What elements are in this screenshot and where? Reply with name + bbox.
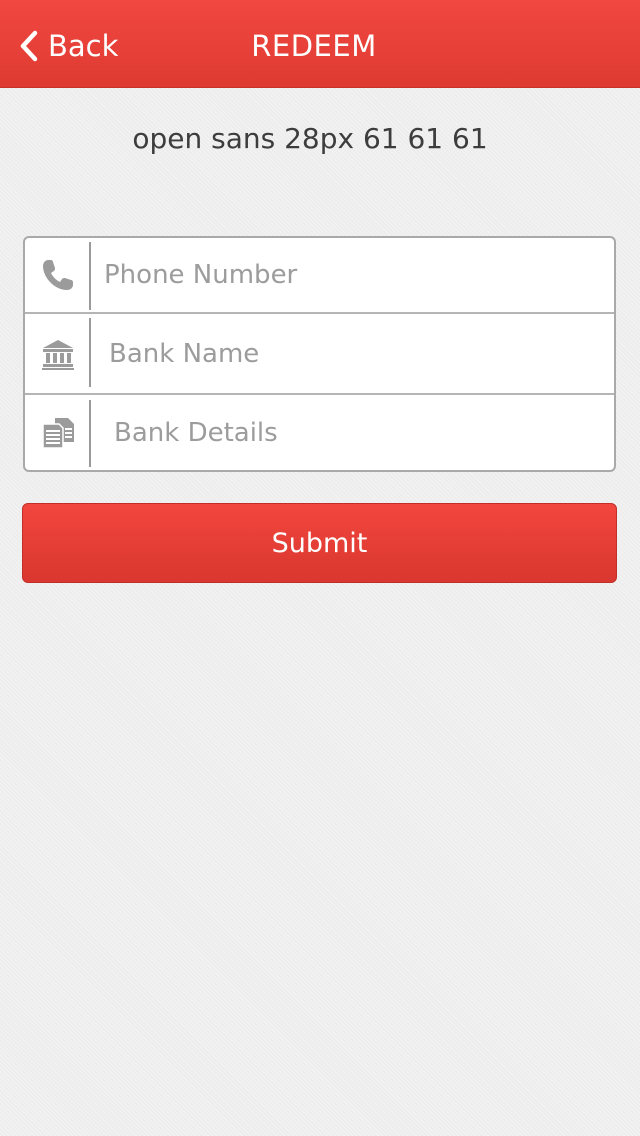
- submit-button[interactable]: Submit: [22, 503, 617, 583]
- documents-icon: [42, 417, 74, 449]
- back-button[interactable]: Back: [18, 22, 118, 70]
- bank-name-divider: [89, 318, 91, 387]
- bank-details-divider: [89, 400, 91, 467]
- bank-icon-cell: [25, 314, 91, 393]
- redeem-form: [23, 236, 616, 472]
- page-title: REDEEM: [251, 29, 377, 63]
- documents-icon-cell: [25, 395, 91, 470]
- phone-divider: [89, 242, 91, 310]
- bank-details-row: [25, 395, 614, 470]
- bank-name-row: [25, 314, 614, 395]
- phone-number-input[interactable]: [104, 238, 594, 312]
- subtitle-text: open sans 28px 61 61 61: [132, 122, 488, 155]
- phone-row: [25, 238, 614, 314]
- bank-name-input[interactable]: [109, 314, 594, 393]
- header-bar: Back REDEEM: [0, 0, 640, 88]
- phone-icon: [43, 260, 73, 290]
- bank-details-input[interactable]: [114, 395, 594, 470]
- back-label: Back: [48, 29, 119, 63]
- chevron-left-icon: [20, 30, 38, 62]
- bank-icon: [42, 339, 74, 370]
- phone-icon-cell: [25, 238, 91, 312]
